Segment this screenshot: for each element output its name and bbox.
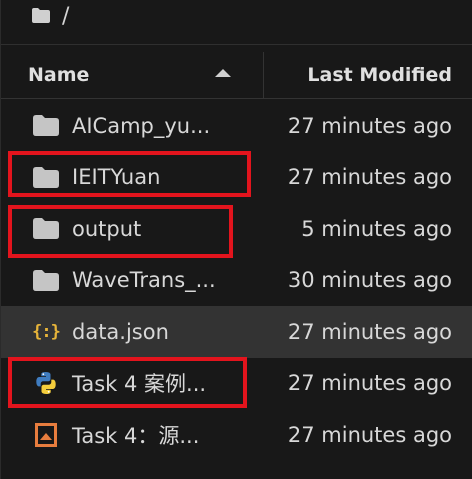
last-modified-column-header[interactable]: Last Modified [264,52,472,98]
list-item[interactable]: Task 4：源... 27 minutes ago [1,409,472,461]
folder-icon [32,163,60,191]
file-name: output [72,216,142,241]
list-item[interactable]: WaveTrans_... 30 minutes ago [1,255,472,307]
file-list: AICamp_yu... 27 minutes ago IEITYuan 27 … [1,100,472,461]
python-file-icon [32,369,60,397]
list-item[interactable]: IEITYuan 27 minutes ago [1,152,472,204]
breadcrumb: / [1,0,472,45]
file-modified: 27 minutes ago [287,319,452,344]
file-name: AICamp_yu... [72,113,211,138]
breadcrumb-path[interactable]: / [62,4,69,29]
folder-icon [32,266,60,294]
list-item[interactable]: AICamp_yu... 27 minutes ago [1,100,472,152]
list-item[interactable]: Task 4 案例... 27 minutes ago [1,358,472,410]
slides-file-icon [32,421,60,449]
file-name: WaveTrans_... [72,268,216,293]
sort-ascending-icon[interactable] [215,69,231,77]
last-modified-column-label: Last Modified [307,64,452,86]
folder-icon [32,215,60,243]
name-column-label: Name [28,64,90,86]
list-item[interactable]: {:} data.json 27 minutes ago [1,306,472,358]
file-modified: 27 minutes ago [287,113,452,138]
json-file-icon: {:} [32,321,61,342]
file-modified: 27 minutes ago [287,371,452,396]
file-modified: 5 minutes ago [301,216,452,241]
file-name: Task 4 案例... [72,372,207,397]
folder-icon[interactable] [32,7,50,27]
file-modified: 27 minutes ago [287,165,452,190]
file-modified: 27 minutes ago [287,422,452,447]
file-browser-panel: / Name Last Modified AICamp_yu... 27 min… [0,0,472,479]
name-column-header[interactable]: Name [1,52,264,98]
file-name: Task 4：源... [72,423,200,448]
column-header: Name Last Modified [1,52,472,99]
file-name: data.json [72,319,169,344]
list-item[interactable]: output 5 minutes ago [1,203,472,255]
folder-icon [32,112,60,140]
file-name: IEITYuan [72,165,161,190]
file-modified: 30 minutes ago [287,268,452,293]
